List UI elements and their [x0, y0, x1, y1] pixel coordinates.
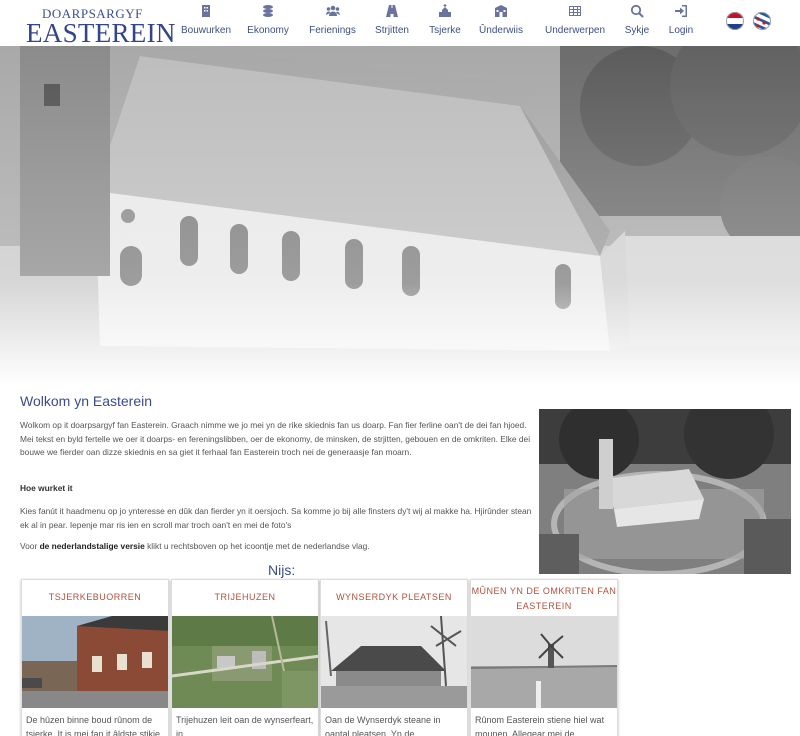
hero-church-photo	[0, 46, 800, 386]
users-icon	[305, 4, 360, 22]
card-image[interactable]	[172, 616, 318, 708]
nav-item-login[interactable]: Login	[666, 3, 696, 43]
site-logo[interactable]: DOARPSARGYF EASTEREIN	[26, 7, 176, 48]
card-text: Trijehuzen leit oan de wynserfeart, in	[176, 715, 314, 736]
nav-label: Strjitten	[375, 25, 409, 36]
nav-item-underwiis[interactable]: Ûnderwiis	[477, 3, 525, 43]
road-icon	[371, 4, 413, 22]
versie-post: klikt u rechtsboven op het icoontje met …	[144, 541, 370, 551]
nav-item-underwerpen[interactable]: Underwerpen	[543, 3, 607, 43]
nav-label: Ekonomy	[247, 25, 289, 36]
nav-label: Bouwurken	[180, 25, 232, 36]
card-title[interactable]: MÛNEN YN DE OMKRITEN FAN EASTEREIN	[471, 580, 617, 616]
howto-text: Kies fanút it haadmenu op jo ynteresse e…	[20, 506, 532, 530]
aerial-village-photo	[539, 409, 791, 574]
nav-label: Tsjerke	[429, 25, 461, 36]
nav-item-sykje[interactable]: Sykje	[623, 3, 651, 43]
news-card[interactable]: TSJERKEBUORREN De hûzen binne boud rûnom…	[21, 579, 169, 736]
search-icon	[623, 4, 651, 22]
nav-label: Login	[668, 25, 694, 36]
howto-heading: Hoe wurket it	[20, 483, 73, 493]
nav-item-tsjerke[interactable]: Tsjerke	[427, 3, 463, 43]
grid-icon	[543, 4, 607, 22]
building-icon	[175, 4, 237, 22]
nav-label: Ûnderwiis	[479, 25, 523, 36]
school-icon	[477, 4, 525, 22]
news-card[interactable]: MÛNEN YN DE OMKRITEN FAN EASTEREIN Rûnom…	[470, 579, 618, 736]
intro-text: Wolkom op it doarpsargyf fan Easterein. …	[20, 420, 531, 457]
card-title[interactable]: WYNSERDYK PLEATSEN	[321, 580, 467, 616]
logo-main-text: EASTEREIN	[26, 18, 176, 48]
card-text: Rûnom Easterein stiene hiel wat mounen. …	[475, 715, 605, 736]
page-title: Wolkom yn Easterein	[20, 393, 153, 409]
card-text: Oan de Wynserdyk steane in oantal pleats…	[325, 715, 441, 736]
church-icon	[427, 4, 463, 22]
news-card[interactable]: WYNSERDYK PLEATSEN Oan de Wynserdyk stea…	[320, 579, 468, 736]
versie-bold: de nederlandstalige versie	[39, 541, 145, 551]
nav-label: Sykje	[624, 25, 650, 36]
versie-pre: Voor	[20, 541, 40, 551]
site-header: DOARPSARGYF EASTEREIN Bouwurken Ekonomy …	[0, 0, 800, 48]
coins-icon	[243, 4, 293, 22]
nav-item-ferienings[interactable]: Ferienings	[305, 3, 360, 43]
card-title[interactable]: TSJERKEBUORREN	[22, 580, 168, 616]
dutch-flag-icon[interactable]	[726, 12, 744, 30]
login-icon	[666, 4, 696, 22]
nav-item-bouwurken[interactable]: Bouwurken	[175, 3, 237, 43]
news-heading: Nijs:	[268, 562, 296, 578]
card-image[interactable]	[22, 616, 168, 708]
frisian-flag-icon[interactable]	[753, 12, 771, 30]
nav-label: Underwerpen	[544, 25, 606, 36]
nav-item-strjitten[interactable]: Strjitten	[371, 3, 413, 43]
card-image[interactable]	[321, 616, 467, 708]
card-title[interactable]: TRIJEHUZEN	[172, 580, 318, 616]
card-text: De hûzen binne boud rûnom de tsjerke. It…	[26, 715, 161, 736]
nav-label: Ferienings	[309, 25, 356, 36]
card-image[interactable]	[471, 616, 617, 708]
news-card[interactable]: TRIJEHUZEN Trijehuzen leit oan de wynser…	[171, 579, 319, 736]
nav-item-ekonomy[interactable]: Ekonomy	[243, 3, 293, 43]
dutch-version-note: Voor de nederlandstalige versie klikt u …	[20, 541, 532, 551]
